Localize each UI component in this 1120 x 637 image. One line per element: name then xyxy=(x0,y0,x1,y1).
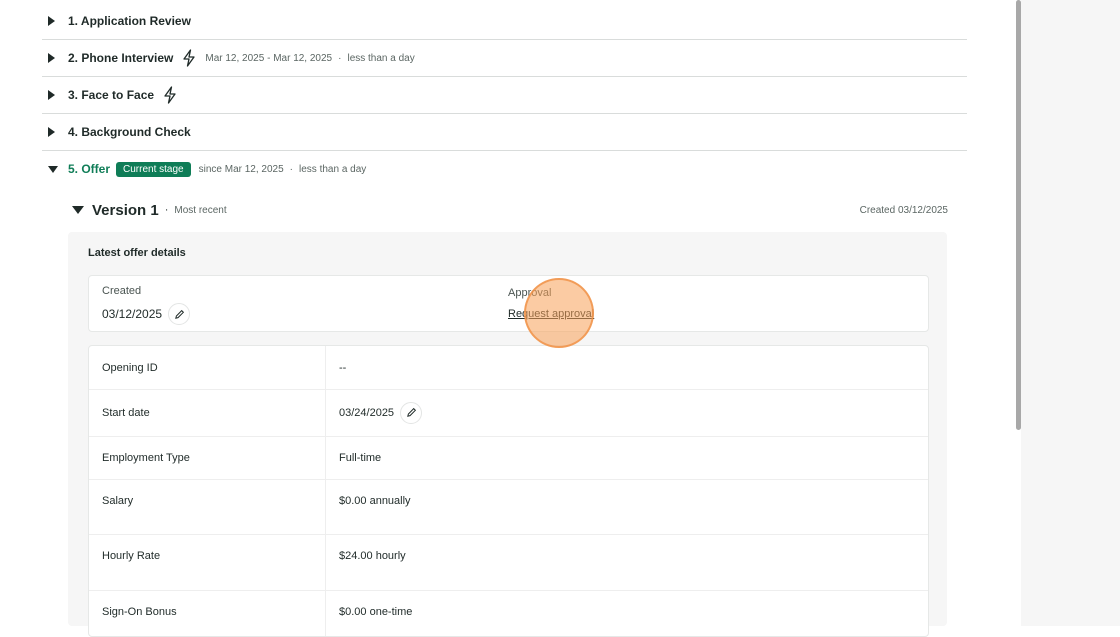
stage-duration: less than a day xyxy=(299,163,367,175)
collapse-triangle-icon[interactable] xyxy=(42,165,68,173)
table-row: Sign-On Bonus $0.00 one-time xyxy=(89,590,928,636)
row-value: Full-time xyxy=(325,436,928,479)
row-label: Hourly Rate xyxy=(102,550,161,562)
table-row: Start date 03/24/2025 xyxy=(89,389,928,437)
row-value-cell: $24.00 hourly xyxy=(325,534,928,590)
row-value: $0.00 annually xyxy=(339,495,411,507)
offer-details-panel: Latest offer details Created 03/12/2025 … xyxy=(68,232,947,637)
stage-list: 1. Application Review 2. Phone Interview… xyxy=(42,3,967,187)
stage-label: 3. Face to Face xyxy=(68,88,155,102)
row-value-cell: $0.00 annually xyxy=(325,479,928,534)
current-stage-badge: Current stage xyxy=(116,161,191,177)
pencil-icon[interactable] xyxy=(400,401,423,424)
row-label: Start date xyxy=(102,406,150,419)
separator-dot: · xyxy=(289,163,294,175)
collapse-triangle-icon[interactable] xyxy=(72,206,84,214)
expand-triangle-icon[interactable] xyxy=(42,16,68,26)
expand-triangle-icon[interactable] xyxy=(42,53,68,63)
offer-info-card: Created 03/12/2025 Approval Request appr… xyxy=(88,275,929,332)
row-label: Employment Type xyxy=(102,451,190,464)
table-row: Opening ID -- xyxy=(89,346,928,390)
version-title[interactable]: Version 1 xyxy=(92,202,159,219)
row-value: -- xyxy=(325,346,928,389)
stage-label: 2. Phone Interview xyxy=(68,51,174,65)
stage-dates: Mar 12, 2025 - Mar 12, 2025 xyxy=(205,52,333,64)
stage-since: since Mar 12, 2025 xyxy=(198,163,284,175)
stage-phone-interview[interactable]: 2. Phone Interview Mar 12, 2025 - Mar 12… xyxy=(42,40,967,77)
table-row: Hourly Rate $24.00 hourly xyxy=(89,534,928,591)
table-row: Salary $0.00 annually xyxy=(89,479,928,535)
right-side-pane xyxy=(1021,0,1120,626)
stage-label: 4. Background Check xyxy=(68,125,191,139)
stage-face-to-face[interactable]: 3. Face to Face xyxy=(42,77,967,114)
created-label: Created xyxy=(102,285,142,297)
row-value: $24.00 hourly xyxy=(339,550,406,562)
approval-label: Approval xyxy=(508,287,552,299)
pencil-icon[interactable] xyxy=(168,303,191,325)
stage-label: 1. Application Review xyxy=(68,14,191,28)
stage-application-review[interactable]: 1. Application Review xyxy=(42,3,967,40)
row-label: Salary xyxy=(102,495,134,507)
row-label: Opening ID xyxy=(102,361,158,374)
row-value-cell: $0.00 one-time xyxy=(325,590,928,636)
row-label: Sign-On Bonus xyxy=(102,606,177,618)
expand-triangle-icon[interactable] xyxy=(42,127,68,137)
stage-duration: less than a day xyxy=(347,52,415,64)
stage-label: 5. Offer xyxy=(68,162,111,176)
lightning-bolt-icon xyxy=(181,49,197,67)
version-header: Version 1 · Most recent Created 03/12/20… xyxy=(72,200,948,220)
separator-dot: · xyxy=(164,204,169,216)
offer-details-title: Latest offer details xyxy=(88,247,186,259)
scrollbar[interactable] xyxy=(1016,0,1021,430)
row-value-cell: 03/24/2025 xyxy=(325,389,928,436)
version-subtitle: Most recent xyxy=(174,204,227,216)
version-created-date: Created 03/12/2025 xyxy=(859,204,948,216)
row-value: $0.00 one-time xyxy=(339,606,413,618)
offer-details-table: Opening ID -- Start date 03/24/2025 Empl… xyxy=(88,345,929,637)
stage-background-check[interactable]: 4. Background Check xyxy=(42,114,967,151)
created-value: 03/12/2025 xyxy=(102,307,163,321)
expand-triangle-icon[interactable] xyxy=(42,90,68,100)
request-approval-link[interactable]: Request approval xyxy=(508,308,594,320)
table-row: Employment Type Full-time xyxy=(89,436,928,480)
row-value: 03/24/2025 xyxy=(339,406,395,419)
stage-offer[interactable]: 5. Offer Current stage since Mar 12, 202… xyxy=(42,151,967,187)
separator-dot: · xyxy=(338,52,342,64)
lightning-bolt-icon xyxy=(162,86,178,104)
